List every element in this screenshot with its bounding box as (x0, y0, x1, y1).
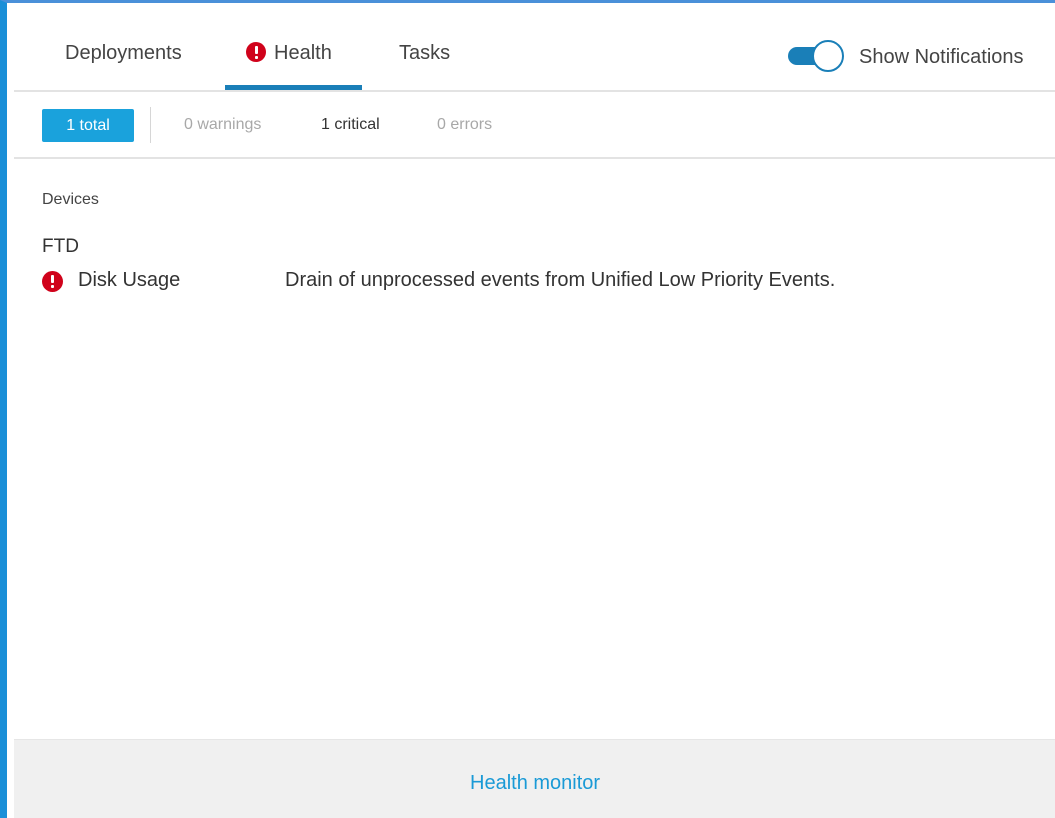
filter-errors[interactable]: 0 errors (437, 116, 492, 134)
device-name: FTD (42, 236, 79, 257)
filter-bar: 1 total 0 warnings 1 critical 0 errors (14, 92, 1055, 159)
show-notifications-label: Show Notifications (859, 46, 1024, 68)
tab-tasks-label: Tasks (399, 42, 451, 64)
alert-row[interactable]: Disk Usage Drain of unprocessed events f… (42, 267, 1042, 295)
health-monitor-link[interactable]: Health monitor (470, 772, 600, 795)
filter-divider (150, 107, 151, 143)
tab-deployments-label: Deployments (65, 42, 182, 64)
tab-health[interactable]: Health (246, 42, 332, 65)
tab-tasks[interactable]: Tasks (399, 42, 450, 65)
section-title-devices: Devices (42, 191, 99, 208)
tab-deployments[interactable]: Deployments (65, 42, 182, 65)
filter-critical[interactable]: 1 critical (321, 116, 380, 134)
exclamation-circle-icon (42, 271, 63, 292)
panel-footer: Health monitor (14, 739, 1055, 818)
tab-bar: Deployments Health Tasks Show Notificati… (14, 6, 1055, 92)
active-tab-indicator (225, 85, 362, 90)
notifications-panel: Deployments Health Tasks Show Notificati… (0, 0, 1055, 818)
alert-message: Drain of unprocessed events from Unified… (285, 269, 836, 291)
filter-warnings[interactable]: 0 warnings (184, 116, 261, 134)
exclamation-circle-icon (246, 42, 266, 62)
filter-total-button[interactable]: 1 total (42, 109, 134, 142)
tab-health-label: Health (274, 42, 332, 64)
toggle-knob (812, 40, 844, 72)
alert-name: Disk Usage (78, 269, 181, 291)
show-notifications-toggle[interactable] (786, 40, 846, 72)
